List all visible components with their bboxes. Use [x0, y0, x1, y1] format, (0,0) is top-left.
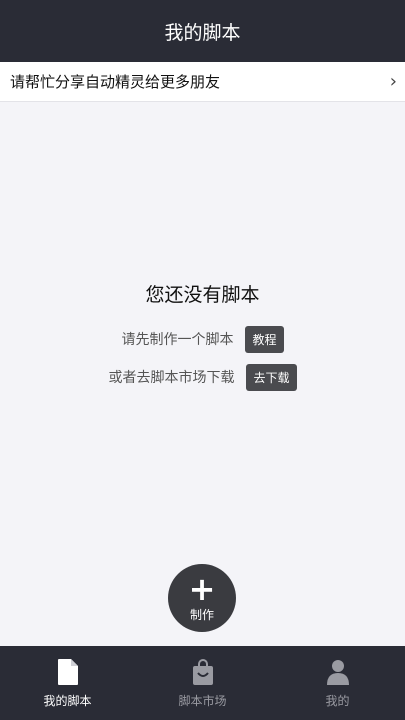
tab-profile-label: 我的: [325, 693, 350, 708]
empty-state-title: 您还没有脚本: [145, 284, 260, 306]
chevron-right-icon: ›: [389, 70, 397, 92]
person-icon: [326, 659, 349, 685]
tab-script-market[interactable]: 脚本市场: [135, 646, 270, 720]
shopping-bag-icon: [192, 658, 213, 685]
bottom-tab-bar: 我的脚本 脚本市场 我的: [0, 646, 405, 720]
market-hint-row: 或者去脚本市场下载 去下载: [0, 363, 405, 391]
market-hint-text: 或者去脚本市场下载: [108, 370, 235, 386]
create-hint-row: 请先制作一个脚本 教程: [0, 325, 405, 353]
empty-state: 您还没有脚本 请先制作一个脚本 教程 或者去脚本市场下载 去下载: [0, 280, 405, 401]
tab-profile[interactable]: 我的: [270, 646, 405, 720]
create-script-button[interactable]: + 制作: [168, 564, 236, 632]
create-script-label: 制作: [189, 607, 214, 622]
document-icon: [57, 658, 78, 685]
share-banner[interactable]: 请帮忙分享自动精灵给更多朋友 ›: [0, 62, 405, 102]
create-hint-text: 请先制作一个脚本: [121, 332, 234, 348]
tab-my-scripts-label: 我的脚本: [43, 693, 92, 708]
page-title: 我的脚本: [164, 21, 241, 44]
tutorial-button[interactable]: 教程: [245, 325, 284, 353]
download-button[interactable]: 去下载: [246, 363, 297, 391]
app-header: 我的脚本: [0, 0, 405, 62]
tab-script-market-label: 脚本市场: [178, 693, 227, 708]
plus-icon: +: [188, 569, 216, 608]
tab-my-scripts[interactable]: 我的脚本: [0, 646, 135, 720]
share-banner-text: 请帮忙分享自动精灵给更多朋友: [10, 73, 221, 91]
